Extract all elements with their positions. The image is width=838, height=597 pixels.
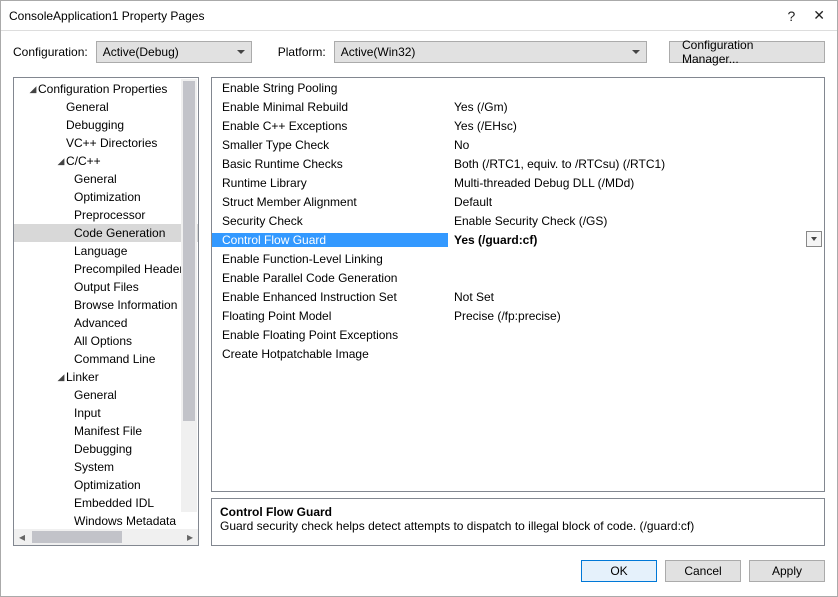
titlebar: ConsoleApplication1 Property Pages ? ✕ xyxy=(1,1,837,31)
property-row[interactable]: Enable Enhanced Instruction SetNot Set xyxy=(212,287,824,306)
property-row[interactable]: Floating Point ModelPrecise (/fp:precise… xyxy=(212,306,824,325)
help-body: Guard security check helps detect attemp… xyxy=(220,519,816,533)
tree-vertical-scrollbar[interactable] xyxy=(181,79,197,512)
tree-node-cpp-advanced[interactable]: Advanced xyxy=(14,314,198,332)
help-icon[interactable]: ? xyxy=(787,8,795,24)
tree-node-debugging[interactable]: ·Debugging xyxy=(14,116,198,134)
platform-label: Platform: xyxy=(278,45,326,59)
caret-down-icon: ◢ xyxy=(28,84,38,95)
tree-node-general[interactable]: ·General xyxy=(14,98,198,116)
property-value[interactable]: Both (/RTC1, equiv. to /RTCsu) (/RTC1) xyxy=(448,157,824,171)
property-name: Smaller Type Check xyxy=(212,138,448,152)
property-value[interactable]: Yes (/guard:cf) xyxy=(448,233,824,247)
tree-node-cpp-preprocessor[interactable]: Preprocessor xyxy=(14,206,198,224)
property-name: Runtime Library xyxy=(212,176,448,190)
tree-node-linker-input[interactable]: Input xyxy=(14,404,198,422)
property-name: Enable Function-Level Linking xyxy=(212,252,448,266)
tree-node-linker[interactable]: ◢Linker xyxy=(14,368,198,386)
property-pages-window: ConsoleApplication1 Property Pages ? ✕ C… xyxy=(0,0,838,597)
close-icon[interactable]: ✕ xyxy=(813,7,825,24)
tree-node-cpp-optimization[interactable]: Optimization xyxy=(14,188,198,206)
property-name: Control Flow Guard xyxy=(212,233,448,247)
property-name: Enable Floating Point Exceptions xyxy=(212,328,448,342)
tree-node-linker-debugging[interactable]: Debugging xyxy=(14,440,198,458)
tree-node-linker-embedded-idl[interactable]: Embedded IDL xyxy=(14,494,198,512)
property-row[interactable]: Struct Member AlignmentDefault xyxy=(212,192,824,211)
property-value[interactable]: Yes (/EHsc) xyxy=(448,119,824,133)
property-grid[interactable]: Enable String Pooling Enable Minimal Rebu… xyxy=(211,77,825,492)
caret-down-icon: ◢ xyxy=(56,372,66,383)
apply-button[interactable]: Apply xyxy=(749,560,825,582)
property-value[interactable]: Precise (/fp:precise) xyxy=(448,309,824,323)
tree-node-cpp-language[interactable]: Language xyxy=(14,242,198,260)
property-row[interactable]: Enable Parallel Code Generation xyxy=(212,268,824,287)
dropdown-button[interactable] xyxy=(806,231,822,247)
property-row[interactable]: Enable Minimal RebuildYes (/Gm) xyxy=(212,97,824,116)
property-value[interactable]: No xyxy=(448,138,824,152)
tree-node-cpp-all-options[interactable]: All Options xyxy=(14,332,198,350)
property-name: Enable C++ Exceptions xyxy=(212,119,448,133)
property-name: Basic Runtime Checks xyxy=(212,157,448,171)
tree-node-cpp-general[interactable]: General xyxy=(14,170,198,188)
property-row[interactable]: Enable Function-Level Linking xyxy=(212,249,824,268)
tree-node-cpp-output-files[interactable]: Output Files xyxy=(14,278,198,296)
property-name: Enable Minimal Rebuild xyxy=(212,100,448,114)
tree-node-configuration-properties[interactable]: ◢ Configuration Properties xyxy=(14,80,198,98)
property-row[interactable]: Enable C++ ExceptionsYes (/EHsc) xyxy=(212,116,824,135)
property-name: Enable Enhanced Instruction Set xyxy=(212,290,448,304)
tree-node-linker-system[interactable]: System xyxy=(14,458,198,476)
tree-node-cpp-command-line[interactable]: Command Line xyxy=(14,350,198,368)
property-value[interactable]: Multi-threaded Debug DLL (/MDd) xyxy=(448,176,824,190)
ok-button[interactable]: OK xyxy=(581,560,657,582)
property-name: Enable String Pooling xyxy=(212,81,448,95)
property-row[interactable]: Enable String Pooling xyxy=(212,78,824,97)
help-title: Control Flow Guard xyxy=(220,505,816,519)
config-row: Configuration: Active(Debug) Platform: A… xyxy=(1,31,837,77)
property-name: Create Hotpatchable Image xyxy=(212,347,448,361)
window-title: ConsoleApplication1 Property Pages xyxy=(9,9,787,23)
config-manager-button[interactable]: Configuration Manager... xyxy=(669,41,825,63)
tree-panel: ◢ Configuration Properties ·General ·Deb… xyxy=(13,77,199,546)
tree-node-vcpp-directories[interactable]: ·VC++ Directories xyxy=(14,134,198,152)
scroll-right-icon[interactable]: ▸ xyxy=(182,529,198,545)
cancel-button[interactable]: Cancel xyxy=(665,560,741,582)
dialog-footer: OK Cancel Apply xyxy=(1,546,837,596)
tree-node-linker-manifest-file[interactable]: Manifest File xyxy=(14,422,198,440)
tree-node-cpp-browse-information[interactable]: Browse Information xyxy=(14,296,198,314)
tree[interactable]: ◢ Configuration Properties ·General ·Deb… xyxy=(14,78,198,529)
tree-node-linker-general[interactable]: General xyxy=(14,386,198,404)
property-name: Enable Parallel Code Generation xyxy=(212,271,448,285)
property-value[interactable]: Default xyxy=(448,195,824,209)
scrollbar-thumb[interactable] xyxy=(183,81,195,421)
platform-combo[interactable]: Active(Win32) xyxy=(334,41,647,63)
property-row[interactable]: Control Flow GuardYes (/guard:cf) xyxy=(212,230,824,249)
tree-node-linker-optimization[interactable]: Optimization xyxy=(14,476,198,494)
caret-down-icon: ◢ xyxy=(56,156,66,167)
tree-node-cpp-precompiled-headers[interactable]: Precompiled Headers xyxy=(14,260,198,278)
property-value[interactable]: Yes (/Gm) xyxy=(448,100,824,114)
property-name: Security Check xyxy=(212,214,448,228)
property-name: Floating Point Model xyxy=(212,309,448,323)
property-row[interactable]: Security CheckEnable Security Check (/GS… xyxy=(212,211,824,230)
help-panel: Control Flow Guard Guard security check … xyxy=(211,498,825,546)
property-value[interactable]: Not Set xyxy=(448,290,824,304)
tree-node-cpp[interactable]: ◢C/C++ xyxy=(14,152,198,170)
property-row[interactable]: Enable Floating Point Exceptions xyxy=(212,325,824,344)
scroll-left-icon[interactable]: ◂ xyxy=(14,529,30,545)
platform-value: Active(Win32) xyxy=(341,45,416,59)
property-name: Struct Member Alignment xyxy=(212,195,448,209)
configuration-combo[interactable]: Active(Debug) xyxy=(96,41,252,63)
property-row[interactable]: Smaller Type CheckNo xyxy=(212,135,824,154)
tree-node-linker-windows-metadata[interactable]: Windows Metadata xyxy=(14,512,198,529)
tree-horizontal-scrollbar[interactable]: ◂ ▸ xyxy=(14,529,198,545)
configuration-value: Active(Debug) xyxy=(103,45,179,59)
property-row[interactable]: Runtime LibraryMulti-threaded Debug DLL … xyxy=(212,173,824,192)
property-value[interactable]: Enable Security Check (/GS) xyxy=(448,214,824,228)
property-row[interactable]: Create Hotpatchable Image xyxy=(212,344,824,363)
configuration-label: Configuration: xyxy=(13,45,88,59)
scrollbar-thumb[interactable] xyxy=(32,531,122,543)
tree-node-cpp-code-generation[interactable]: Code Generation xyxy=(14,224,198,242)
property-row[interactable]: Basic Runtime ChecksBoth (/RTC1, equiv. … xyxy=(212,154,824,173)
